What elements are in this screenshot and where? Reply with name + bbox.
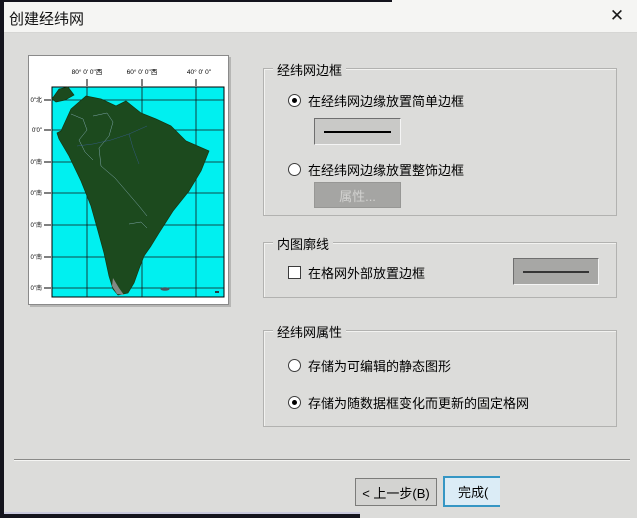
footer-separator <box>14 459 630 461</box>
group-title: 经纬网边框 <box>273 60 347 79</box>
window-bottom-edge <box>0 514 360 518</box>
radio-label: 存储为随数据框变化而更新的固定格网 <box>308 396 530 411</box>
line-symbol-preview <box>324 130 391 133</box>
back-button[interactable]: < 上一步(B) <box>355 478 437 506</box>
radio-indicator <box>288 163 301 176</box>
border-line-symbol-swatch[interactable] <box>314 118 401 145</box>
window-title: 创建经纬网 <box>9 11 85 28</box>
finish-button[interactable]: 完成( <box>443 476 500 507</box>
island-speck <box>215 291 219 293</box>
map-preview: 80° 0' 0"西 60° 0' 0"西 40° 0' 0" 0"北 0'0"… <box>31 68 225 298</box>
axis-label: 60° 0' 0"西 <box>127 68 158 76</box>
falkland-islands <box>160 287 170 291</box>
left-axis-labels: 0"北 0'0" 0"南 0"南 0"南 0"南 0"南 <box>31 96 42 292</box>
radio-decorative-border[interactable]: 在经纬网边缘放置整饰边框 <box>288 160 464 179</box>
radio-static-graphic[interactable]: 存储为可编辑的静态图形 <box>288 356 451 375</box>
radio-label: 存储为可编辑的静态图形 <box>308 359 452 374</box>
radio-indicator <box>288 94 301 107</box>
group-title: 内图廓线 <box>273 234 334 253</box>
close-icon: ✕ <box>609 6 625 25</box>
axis-label: 0"南 <box>31 158 42 166</box>
axis-label: 0"南 <box>31 284 42 292</box>
axis-label: 80° 0' 0"西 <box>72 68 103 76</box>
close-button[interactable]: ✕ <box>604 4 630 28</box>
axis-label: 0"北 <box>31 96 42 104</box>
top-axis-ticks <box>86 79 197 86</box>
checkbox-place-border-outside[interactable]: 在格网外部放置边框 <box>288 263 425 282</box>
axis-label: 0"南 <box>31 189 42 197</box>
axis-label: 0"南 <box>31 253 42 261</box>
radio-fixed-grid[interactable]: 存储为随数据框变化而更新的固定格网 <box>288 393 529 412</box>
window-top-edge <box>0 0 392 2</box>
title-bar: 创建经纬网 ✕ <box>0 0 637 33</box>
window-left-edge <box>0 0 4 518</box>
create-graticule-dialog: 创建经纬网 ✕ 80° 0' 0"西 60° 0' 0"西 40° 0' 0" … <box>0 0 637 518</box>
graticule-border-group: 经纬网边框 在经纬网边缘放置简单边框 在经纬网边缘放置整饰边框 属性... <box>263 60 617 216</box>
axis-label: 40° 0' 0" <box>187 68 212 76</box>
top-axis-labels: 80° 0' 0"西 60° 0' 0"西 40° 0' 0" <box>72 68 212 76</box>
properties-button: 属性... <box>314 182 401 208</box>
radio-simple-border[interactable]: 在经纬网边缘放置简单边框 <box>288 91 464 110</box>
radio-indicator <box>288 396 301 409</box>
checkbox-label: 在格网外部放置边框 <box>308 266 426 281</box>
neatline-symbol-swatch <box>513 258 599 285</box>
checkbox-indicator <box>288 266 301 279</box>
axis-label: 0'0" <box>32 128 42 134</box>
map-preview-panel: 80° 0' 0"西 60° 0' 0"西 40° 0' 0" 0"北 0'0"… <box>28 55 229 305</box>
graticule-properties-group: 经纬网属性 存储为可编辑的静态图形 存储为随数据框变化而更新的固定格网 <box>263 322 617 427</box>
left-axis-ticks <box>44 99 51 289</box>
group-title: 经纬网属性 <box>273 322 347 341</box>
neatline-group: 内图廓线 在格网外部放置边框 <box>263 234 617 298</box>
axis-label: 0"南 <box>31 221 42 229</box>
line-symbol-preview <box>523 270 589 273</box>
radio-label: 在经纬网边缘放置简单边框 <box>308 94 465 109</box>
radio-indicator <box>288 359 301 372</box>
radio-label: 在经纬网边缘放置整饰边框 <box>308 163 465 178</box>
